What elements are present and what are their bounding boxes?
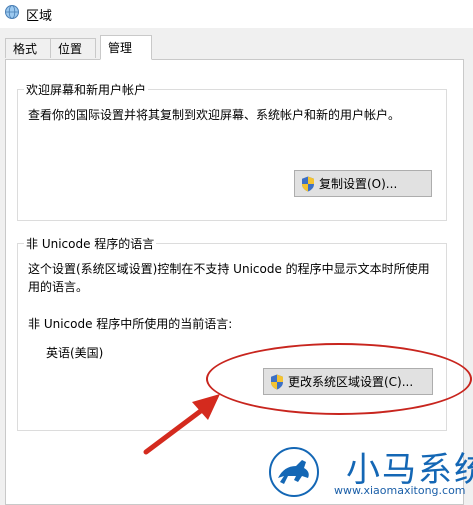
arrow-icon — [143, 394, 220, 455]
highlight-ellipse — [206, 343, 472, 415]
tab-panel-administrative: 欢迎屏幕和新用户帐户 查看你的国际设置并将其复制到欢迎屏幕、系统帐户和新的用户帐… — [5, 59, 464, 505]
tab-location[interactable]: 位置 — [50, 38, 96, 58]
window-title: 区域 — [26, 9, 53, 24]
welcome-group-description: 查看你的国际设置并将其复制到欢迎屏幕、系统帐户和新的用户帐户。 — [28, 108, 401, 122]
non-unicode-description-line1: 这个设置(系统区域设置)控制在不支持 Unicode 的程序中显示文本时所使用 — [28, 262, 430, 276]
copy-settings-label: 复制设置(O)... — [319, 177, 398, 191]
tab-format[interactable]: 格式 — [5, 38, 51, 58]
welcome-screen-group: 欢迎屏幕和新用户帐户 查看你的国际设置并将其复制到欢迎屏幕、系统帐户和新的用户帐… — [17, 81, 447, 221]
globe-icon — [5, 5, 19, 19]
tab-administrative[interactable]: 管理 — [100, 35, 152, 60]
watermark: 小马系统 www.xiaomaxitong.com — [262, 440, 473, 503]
current-language-value: 英语(美国) — [46, 346, 104, 360]
shield-icon — [302, 176, 314, 192]
copy-settings-button[interactable]: 复制设置(O)... — [294, 170, 432, 197]
horse-icon — [269, 447, 319, 497]
non-unicode-description-line2: 用的语言。 — [28, 280, 89, 294]
watermark-url: www.xiaomaxitong.com — [334, 484, 466, 497]
current-language-label: 非 Unicode 程序中所使用的当前语言: — [28, 317, 233, 331]
welcome-group-title: 欢迎屏幕和新用户帐户 — [24, 81, 149, 98]
non-unicode-group-title: 非 Unicode 程序的语言 — [24, 235, 157, 252]
title-bar: 区域 — [0, 0, 473, 28]
